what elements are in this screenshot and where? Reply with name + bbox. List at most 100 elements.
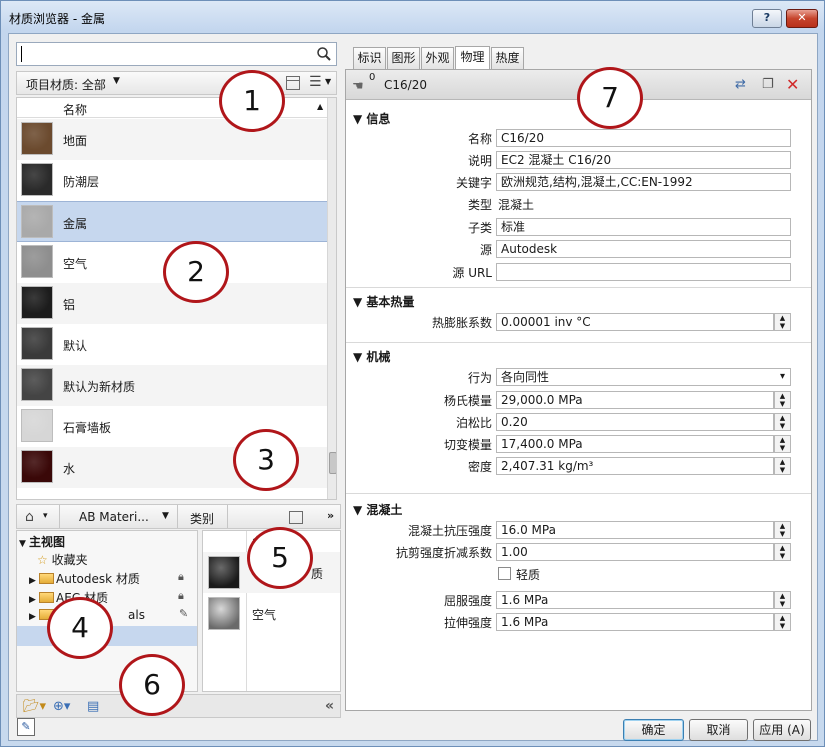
material-row[interactable]: 金属 bbox=[17, 201, 327, 242]
thermal-expansion-field[interactable]: 0.00001 inv °C bbox=[496, 313, 774, 331]
shear-modulus-stepper[interactable]: ▲ ▼ bbox=[774, 435, 791, 453]
source-label: 源 bbox=[479, 243, 492, 257]
tree-node-label: 收藏夹 bbox=[51, 553, 88, 567]
tree-node-favorites[interactable]: ☆ 收藏夹 bbox=[37, 551, 88, 568]
cancel-button[interactable]: 取消 bbox=[689, 719, 748, 741]
edit-pencil-icon[interactable]: ✎ bbox=[179, 607, 188, 620]
expand-icon[interactable]: ▼ bbox=[19, 539, 29, 549]
shear-reduction-label: 抗剪强度折减系数 bbox=[395, 546, 492, 560]
open-library-icon[interactable]: 📂︎▾ bbox=[23, 699, 46, 714]
type-label: 类型 bbox=[467, 198, 492, 212]
tab-appearance[interactable]: 外观 bbox=[421, 47, 454, 69]
thermal-expansion-stepper[interactable]: ▲ ▼ bbox=[774, 313, 791, 331]
tab-identity[interactable]: 标识 bbox=[353, 47, 386, 69]
section-divider bbox=[346, 342, 811, 343]
column-name-header[interactable]: 名称 bbox=[63, 101, 87, 118]
section-info[interactable]: ▼ 信息 bbox=[353, 110, 390, 127]
callout-5: 5 bbox=[247, 527, 313, 589]
tab-graphics[interactable]: 图形 bbox=[387, 47, 420, 69]
compressive-strength-field[interactable]: 16.0 MPa bbox=[496, 521, 774, 539]
search-input[interactable] bbox=[16, 42, 337, 66]
shear-reduction-field[interactable]: 1.00 bbox=[496, 543, 774, 561]
material-swatch bbox=[208, 597, 240, 630]
list-item[interactable]: 空气 bbox=[203, 593, 340, 634]
breadcrumb-library[interactable]: AB Materi... bbox=[79, 510, 149, 524]
material-editor-toggle-icon[interactable]: ✎ bbox=[17, 718, 35, 736]
material-list-scrollbar[interactable] bbox=[327, 98, 336, 499]
young-modulus-stepper[interactable]: ▲ ▼ bbox=[774, 391, 791, 409]
asset-name: C16/20 bbox=[384, 78, 427, 92]
section-mechanical[interactable]: ▼ 机械 bbox=[353, 348, 390, 365]
tensile-strength-field[interactable]: 1.6 MPa bbox=[496, 613, 774, 631]
apply-button[interactable]: 应用 (A) bbox=[753, 719, 811, 741]
panel-toggle-icon[interactable] bbox=[286, 76, 300, 90]
dialog-client: 项目材质: 全部 ▼ ☰ ▼ 名称 ▲ 地面 防潮层 金属 空气铝默认 默认为新材质 石膏… bbox=[8, 33, 818, 741]
material-swatch bbox=[21, 163, 53, 196]
asset-browser-icon[interactable]: ▤ bbox=[87, 699, 99, 714]
remove-asset-icon[interactable]: ✕ bbox=[786, 75, 799, 94]
callout-1: 1 bbox=[219, 70, 285, 132]
create-material-icon[interactable]: ⊕▾ bbox=[53, 699, 70, 714]
tensile-strength-stepper[interactable]: ▲ ▼ bbox=[774, 613, 791, 631]
material-name: 防潮层 bbox=[63, 175, 100, 189]
source-url-label: 源 URL bbox=[452, 266, 492, 280]
subclass-field[interactable]: 标准 bbox=[496, 218, 791, 236]
yield-strength-field[interactable]: 1.6 MPa bbox=[496, 591, 774, 609]
source-field[interactable]: Autodesk bbox=[496, 240, 791, 258]
tab-thermal[interactable]: 热度 bbox=[491, 47, 524, 69]
expand-icon[interactable]: ▶ bbox=[29, 576, 39, 586]
material-row[interactable]: 地面 bbox=[17, 119, 327, 160]
description-label: 说明 bbox=[467, 154, 492, 168]
home-dropdown-icon[interactable]: ▾ bbox=[43, 511, 48, 521]
tab-physical[interactable]: 物理 bbox=[455, 46, 490, 70]
breadcrumb-category[interactable]: 类别 bbox=[190, 510, 214, 527]
scrollbar-thumb[interactable] bbox=[329, 452, 336, 474]
search-icon[interactable] bbox=[316, 46, 332, 62]
more-options-icon[interactable]: » bbox=[327, 509, 334, 522]
close-button[interactable]: ✕ bbox=[786, 9, 818, 28]
callout-6: 6 bbox=[119, 654, 185, 716]
lightweight-checkbox[interactable] bbox=[498, 567, 511, 580]
material-name: 空气 bbox=[252, 608, 277, 622]
chevron-down-icon[interactable]: ▼ bbox=[113, 76, 120, 86]
name-field[interactable]: C16/20 bbox=[496, 129, 791, 147]
material-row[interactable]: 默认 bbox=[17, 324, 327, 365]
library-filter-label[interactable]: 项目材质: 全部 bbox=[26, 76, 106, 93]
view-options-chevron-icon[interactable]: ▼ bbox=[325, 77, 331, 86]
ok-button[interactable]: 确定 bbox=[623, 719, 684, 741]
home-icon[interactable]: ⌂ bbox=[25, 509, 34, 525]
yield-strength-stepper[interactable]: ▲ ▼ bbox=[774, 591, 791, 609]
expand-icon[interactable]: ▶ bbox=[29, 612, 39, 622]
keywords-field[interactable]: 欧洲规范,结构,混凝土,CC:EN-1992 bbox=[496, 173, 791, 191]
tree-node-autodesk[interactable]: ▶ Autodesk 材质 bbox=[29, 570, 140, 587]
poisson-ratio-stepper[interactable]: ▲ ▼ bbox=[774, 413, 791, 431]
material-row[interactable]: 防潮层 bbox=[17, 160, 327, 201]
section-basic-thermal[interactable]: ▼ 基本热量 bbox=[353, 293, 414, 310]
panel-toggle-icon[interactable] bbox=[289, 511, 303, 524]
help-button[interactable]: ? bbox=[752, 9, 782, 28]
source-url-field[interactable] bbox=[496, 263, 791, 281]
behavior-select[interactable]: 各向同性 bbox=[496, 368, 791, 386]
duplicate-asset-icon[interactable]: ❐ bbox=[762, 77, 774, 92]
section-concrete[interactable]: ▼ 混凝土 bbox=[353, 501, 402, 518]
window-title: 材质浏览器 - 金属 bbox=[9, 12, 105, 26]
library-dropdown-icon[interactable]: ▼ bbox=[162, 511, 169, 521]
tree-node-label: als bbox=[128, 608, 145, 622]
description-field[interactable]: EC2 混凝土 C16/20 bbox=[496, 151, 791, 169]
asset-usage-icon: ☚ bbox=[352, 79, 364, 94]
young-modulus-field[interactable]: 29,000.0 MPa bbox=[496, 391, 774, 409]
collapse-panel-icon[interactable]: « bbox=[325, 698, 334, 714]
density-field[interactable]: 2,407.31 kg/m³ bbox=[496, 457, 774, 475]
poisson-ratio-field[interactable]: 0.20 bbox=[496, 413, 774, 431]
material-swatch bbox=[21, 286, 53, 319]
expand-icon[interactable]: ▶ bbox=[29, 595, 39, 605]
list-view-icon[interactable]: ☰ bbox=[309, 74, 322, 90]
compressive-strength-stepper[interactable]: ▲ ▼ bbox=[774, 521, 791, 539]
shear-reduction-stepper[interactable]: ▲ ▼ bbox=[774, 543, 791, 561]
material-row[interactable]: 默认为新材质 bbox=[17, 365, 327, 406]
star-icon: ☆ bbox=[37, 553, 48, 567]
replace-asset-icon[interactable]: ⇄ bbox=[735, 77, 746, 92]
shear-modulus-field[interactable]: 17,400.0 MPa bbox=[496, 435, 774, 453]
density-stepper[interactable]: ▲ ▼ bbox=[774, 457, 791, 475]
tree-node-root[interactable]: ▼ 主视图 bbox=[19, 533, 65, 550]
